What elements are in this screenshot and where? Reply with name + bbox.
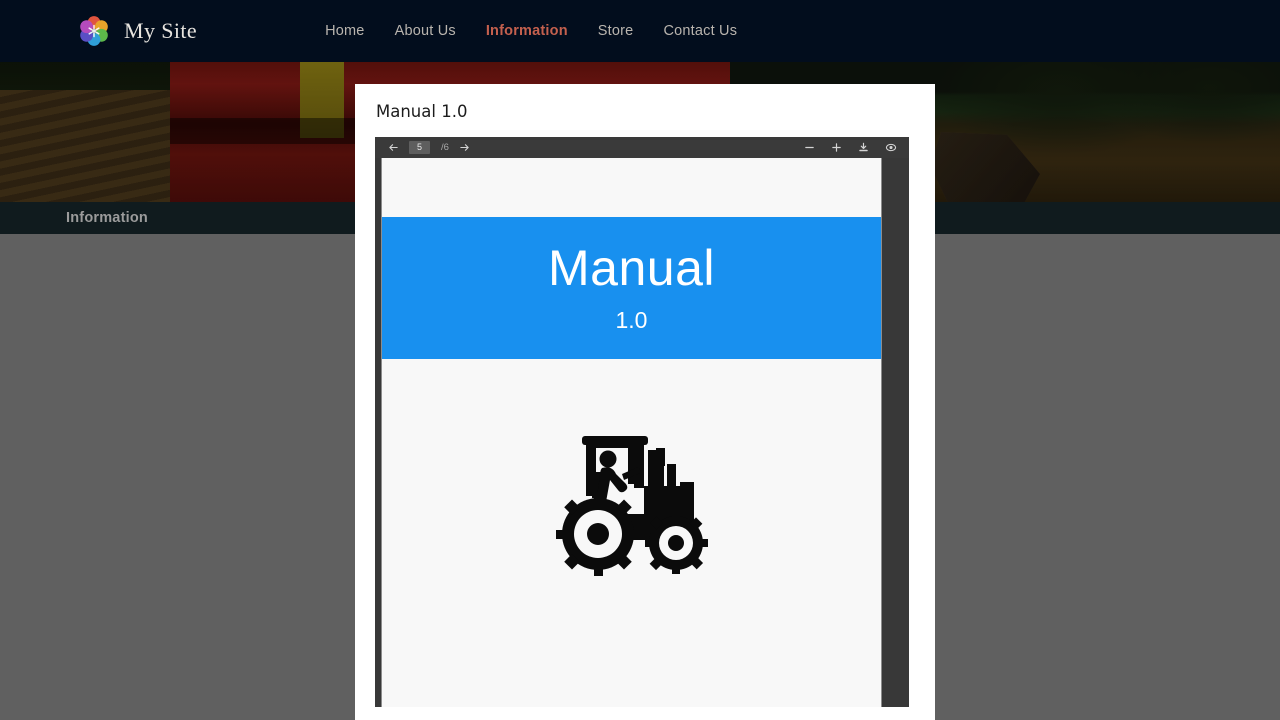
section-title: Information: [66, 210, 148, 226]
previous-page-icon[interactable]: [387, 141, 400, 154]
pdf-document-page: Manual 1.0: [381, 157, 882, 707]
nav-link-store[interactable]: Store: [598, 23, 634, 39]
brand[interactable]: My Site: [76, 13, 197, 49]
nav-link-contact-us[interactable]: Contact Us: [663, 23, 737, 39]
tractor-icon: [552, 430, 712, 578]
nav-link-about-us[interactable]: About Us: [395, 23, 456, 39]
pdf-toolbar-left-group: 5 /6: [387, 140, 471, 154]
pdf-viewer: 5 /6 Manual 1.0: [375, 136, 909, 707]
pdf-page-area[interactable]: Manual 1.0: [375, 157, 909, 707]
pdf-toolbar-right-group: [803, 141, 897, 154]
site-header: My Site Home About Us Information Store …: [0, 0, 1280, 62]
page-total-label: /6: [441, 141, 449, 153]
download-icon[interactable]: [857, 141, 870, 154]
next-page-icon[interactable]: [458, 141, 471, 154]
zoom-out-icon[interactable]: [803, 141, 816, 154]
document-illustration: [382, 430, 881, 578]
document-version: 1.0: [615, 307, 648, 334]
document-title: Manual: [548, 240, 715, 297]
nav-link-information[interactable]: Information: [486, 23, 568, 39]
document-modal: Manual 1.0 5 /6 Manual 1.0: [355, 84, 935, 720]
page-number-input[interactable]: 5: [409, 140, 430, 154]
page-root: My Site Home About Us Information Store …: [0, 0, 1280, 720]
zoom-in-icon[interactable]: [830, 141, 843, 154]
print-icon[interactable]: [884, 141, 897, 154]
document-title-banner: Manual 1.0: [382, 216, 881, 359]
brand-name: My Site: [124, 18, 198, 43]
hero-soil-field: [0, 90, 180, 202]
modal-title: Manual 1.0: [376, 102, 468, 121]
pdf-toolbar: 5 /6: [375, 136, 909, 158]
main-nav: Home About Us Information Store Contact …: [325, 23, 737, 39]
nav-link-home[interactable]: Home: [325, 23, 364, 39]
flower-logo-icon: [76, 13, 112, 49]
